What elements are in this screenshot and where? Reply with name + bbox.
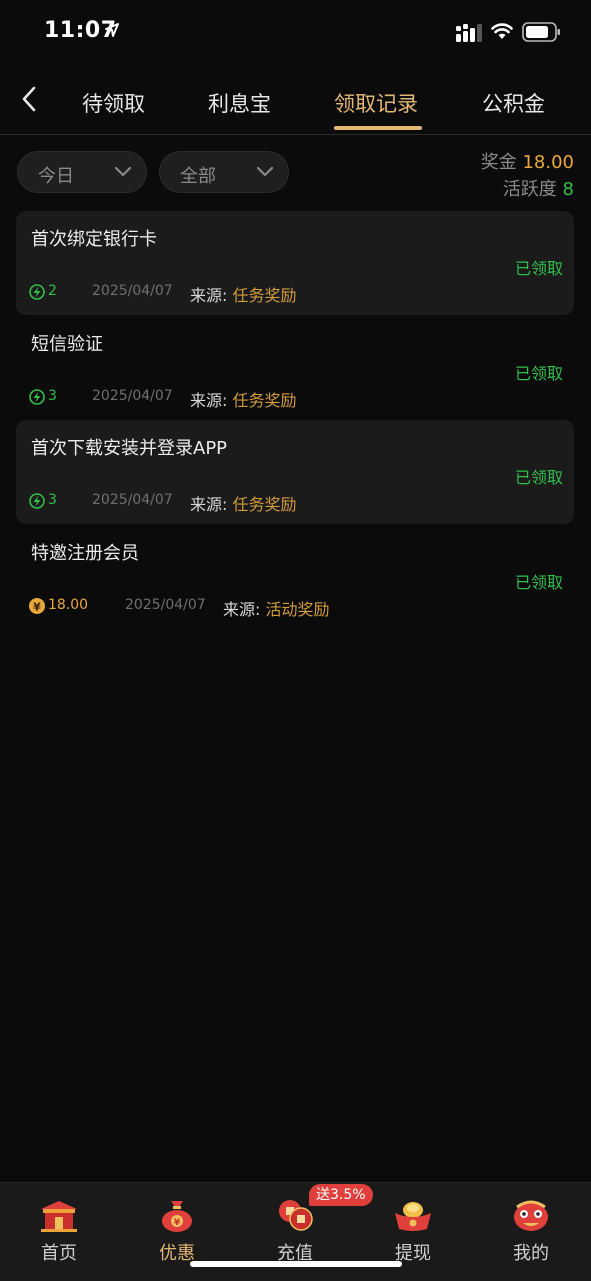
location-arrow-icon <box>105 23 119 37</box>
recharge-bonus-badge: 送3.5% <box>309 1184 373 1206</box>
record-source: 来源: 活动奖励 <box>223 596 330 620</box>
record-title: 短信验证 <box>31 334 103 355</box>
record-title: 首次下载安装并登录APP <box>31 438 228 459</box>
record-reward: 2 <box>48 283 57 299</box>
record-source: 来源: 任务奖励 <box>190 387 297 411</box>
type-filter-dropdown[interactable]: 全部 <box>159 151 289 193</box>
record-source: 来源: 任务奖励 <box>190 282 297 306</box>
nav-mine-label: 我的 <box>513 1243 549 1264</box>
record-source-value: 任务奖励 <box>232 391 297 410</box>
record-source-label: 来源: <box>190 495 228 514</box>
record-status: 已领取 <box>514 573 563 592</box>
tab-interest[interactable]: 利息宝 <box>208 88 271 118</box>
active-tab-indicator <box>334 126 422 130</box>
date-filter-value: 今日 <box>38 166 74 187</box>
record-source-value: 活动奖励 <box>265 600 330 619</box>
chevron-down-icon <box>114 166 132 177</box>
type-filter-value: 全部 <box>180 166 216 187</box>
temple-icon <box>41 1201 77 1232</box>
record-reward: 18.00 <box>48 597 89 613</box>
date-filter-dropdown[interactable]: 今日 <box>17 151 147 193</box>
lightning-icon <box>29 284 45 300</box>
record-source-label: 来源: <box>223 600 261 619</box>
record-source: 来源: 任务奖励 <box>190 491 297 515</box>
record-title: 特邀注册会员 <box>31 543 139 564</box>
record-item: 首次绑定银行卡 已领取 2 2025/04/07 来源: 任务奖励 <box>16 211 574 315</box>
yuan-coin-icon: ¥ <box>29 598 45 614</box>
record-status: 已领取 <box>514 364 563 383</box>
record-date: 2025/04/07 <box>125 597 206 613</box>
money-bag-icon: ¥ <box>162 1201 192 1232</box>
record-item: 特邀注册会员 已领取 ¥ 18.00 2025/04/07 来源: 活动奖励 <box>16 525 574 629</box>
record-date: 2025/04/07 <box>92 492 173 508</box>
record-source-label: 来源: <box>190 286 228 305</box>
bonus-label: 奖金 <box>480 152 517 173</box>
chevron-down-icon <box>256 166 274 177</box>
lion-head-icon <box>514 1200 548 1231</box>
cellular-signal-icon <box>456 24 482 42</box>
activity-label: 活跃度 <box>502 179 557 200</box>
status-bar: 11:07 <box>0 0 591 64</box>
record-reward: 3 <box>48 388 57 404</box>
nav-home[interactable]: 首页 <box>0 1183 118 1281</box>
record-date: 2025/04/07 <box>92 283 173 299</box>
activity-value: 8 <box>562 179 574 200</box>
bonus-summary: 奖金 18.00 <box>481 148 574 174</box>
gold-ingot-icon <box>395 1202 431 1231</box>
bonus-value: 18.00 <box>522 152 574 173</box>
record-reward: 3 <box>48 492 57 508</box>
lightning-icon <box>29 493 45 509</box>
record-date: 2025/04/07 <box>92 388 173 404</box>
wifi-icon <box>491 23 513 39</box>
record-source-value: 任务奖励 <box>232 495 297 514</box>
record-source-label: 来源: <box>190 391 228 410</box>
back-chevron-icon[interactable] <box>14 82 44 116</box>
tab-provident-fund[interactable]: 公积金 <box>482 88 545 118</box>
record-status: 已领取 <box>514 259 563 278</box>
svg-text:¥: ¥ <box>33 601 41 614</box>
lightning-icon <box>29 389 45 405</box>
tab-pending[interactable]: 待领取 <box>82 88 145 118</box>
nav-mine[interactable]: 我的 <box>472 1183 590 1281</box>
record-title: 首次绑定银行卡 <box>31 229 157 250</box>
nav-home-label: 首页 <box>41 1243 77 1264</box>
tab-claim-records[interactable]: 领取记录 <box>334 88 418 118</box>
tab-bar: 待领取 利息宝 领取记录 公积金 <box>0 72 591 135</box>
home-indicator <box>190 1261 402 1267</box>
battery-icon <box>522 22 560 42</box>
record-item: 短信验证 已领取 3 2025/04/07 来源: 任务奖励 <box>16 316 574 420</box>
record-status: 已领取 <box>514 468 563 487</box>
activity-summary: 活跃度 8 <box>503 175 574 201</box>
record-source-value: 任务奖励 <box>232 286 297 305</box>
record-item: 首次下载安装并登录APP 已领取 3 2025/04/07 来源: 任务奖励 <box>16 420 574 524</box>
svg-text:¥: ¥ <box>174 1218 181 1228</box>
